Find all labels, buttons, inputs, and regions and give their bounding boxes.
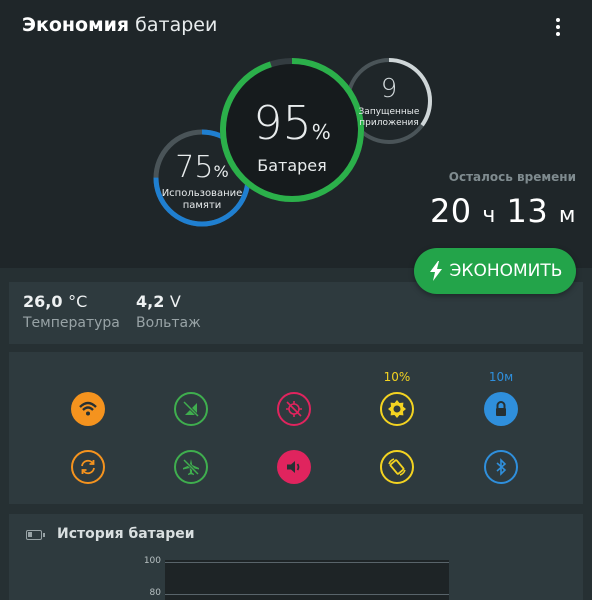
lock-icon [496, 401, 506, 416]
bluetooth-toggle[interactable] [484, 450, 518, 484]
mobile-data-toggle[interactable] [174, 392, 208, 426]
apps-gauge-value: 9 [380, 74, 398, 104]
quick-toggles-card: 10% 10м [9, 352, 583, 504]
gps-off-icon [286, 401, 302, 417]
temperature-stat: 26,0 °C Температура [23, 292, 120, 331]
screen-rotation-icon [388, 458, 406, 476]
save-button-label: ЭКОНОМИТЬ [449, 261, 563, 281]
chart-gridline-100 [165, 562, 449, 563]
battery-gauge-value: 95% [253, 96, 331, 150]
voltage-stat: 4,2 V Вольтаж [136, 292, 201, 331]
screen-lock-caption: 10м [488, 370, 514, 384]
apps-gauge-label: Запущенные приложения [358, 107, 420, 128]
screen-lock-toggle[interactable] [484, 392, 518, 426]
battery-icon [26, 530, 45, 540]
memory-gauge-value: 75% [175, 150, 229, 185]
wifi-toggle[interactable] [71, 392, 105, 426]
brightness-toggle[interactable] [380, 392, 414, 426]
wifi-icon [79, 401, 97, 416]
sync-toggle[interactable] [71, 450, 105, 484]
bluetooth-icon [496, 458, 507, 476]
sync-icon [81, 459, 95, 475]
rotation-toggle[interactable] [380, 450, 414, 484]
gps-toggle[interactable] [277, 392, 311, 426]
brightness-icon [388, 400, 406, 418]
axis-tick-100: 100 [143, 556, 161, 566]
time-remaining-label: Осталось времени [448, 170, 576, 184]
battery-history-title: История батареи [57, 526, 195, 542]
header-panel: Экономия батареи 95% Батарея 75% Использ… [0, 0, 592, 268]
sound-toggle[interactable] [277, 450, 311, 484]
battery-history-card: История батареи 100 80 [9, 514, 583, 600]
speaker-icon [287, 461, 300, 473]
chart-gridline-80 [165, 594, 449, 595]
airplane-off-icon [182, 458, 200, 476]
lightning-icon [429, 261, 442, 281]
axis-tick-80: 80 [149, 588, 161, 598]
signal-off-icon [182, 400, 200, 418]
memory-gauge-label: Использование памяти [161, 188, 243, 211]
airplane-toggle[interactable] [174, 450, 208, 484]
save-battery-button[interactable]: ЭКОНОМИТЬ [414, 248, 576, 294]
brightness-caption: 10% [383, 370, 411, 384]
time-remaining-value: 20 ч 13 м [429, 192, 576, 230]
